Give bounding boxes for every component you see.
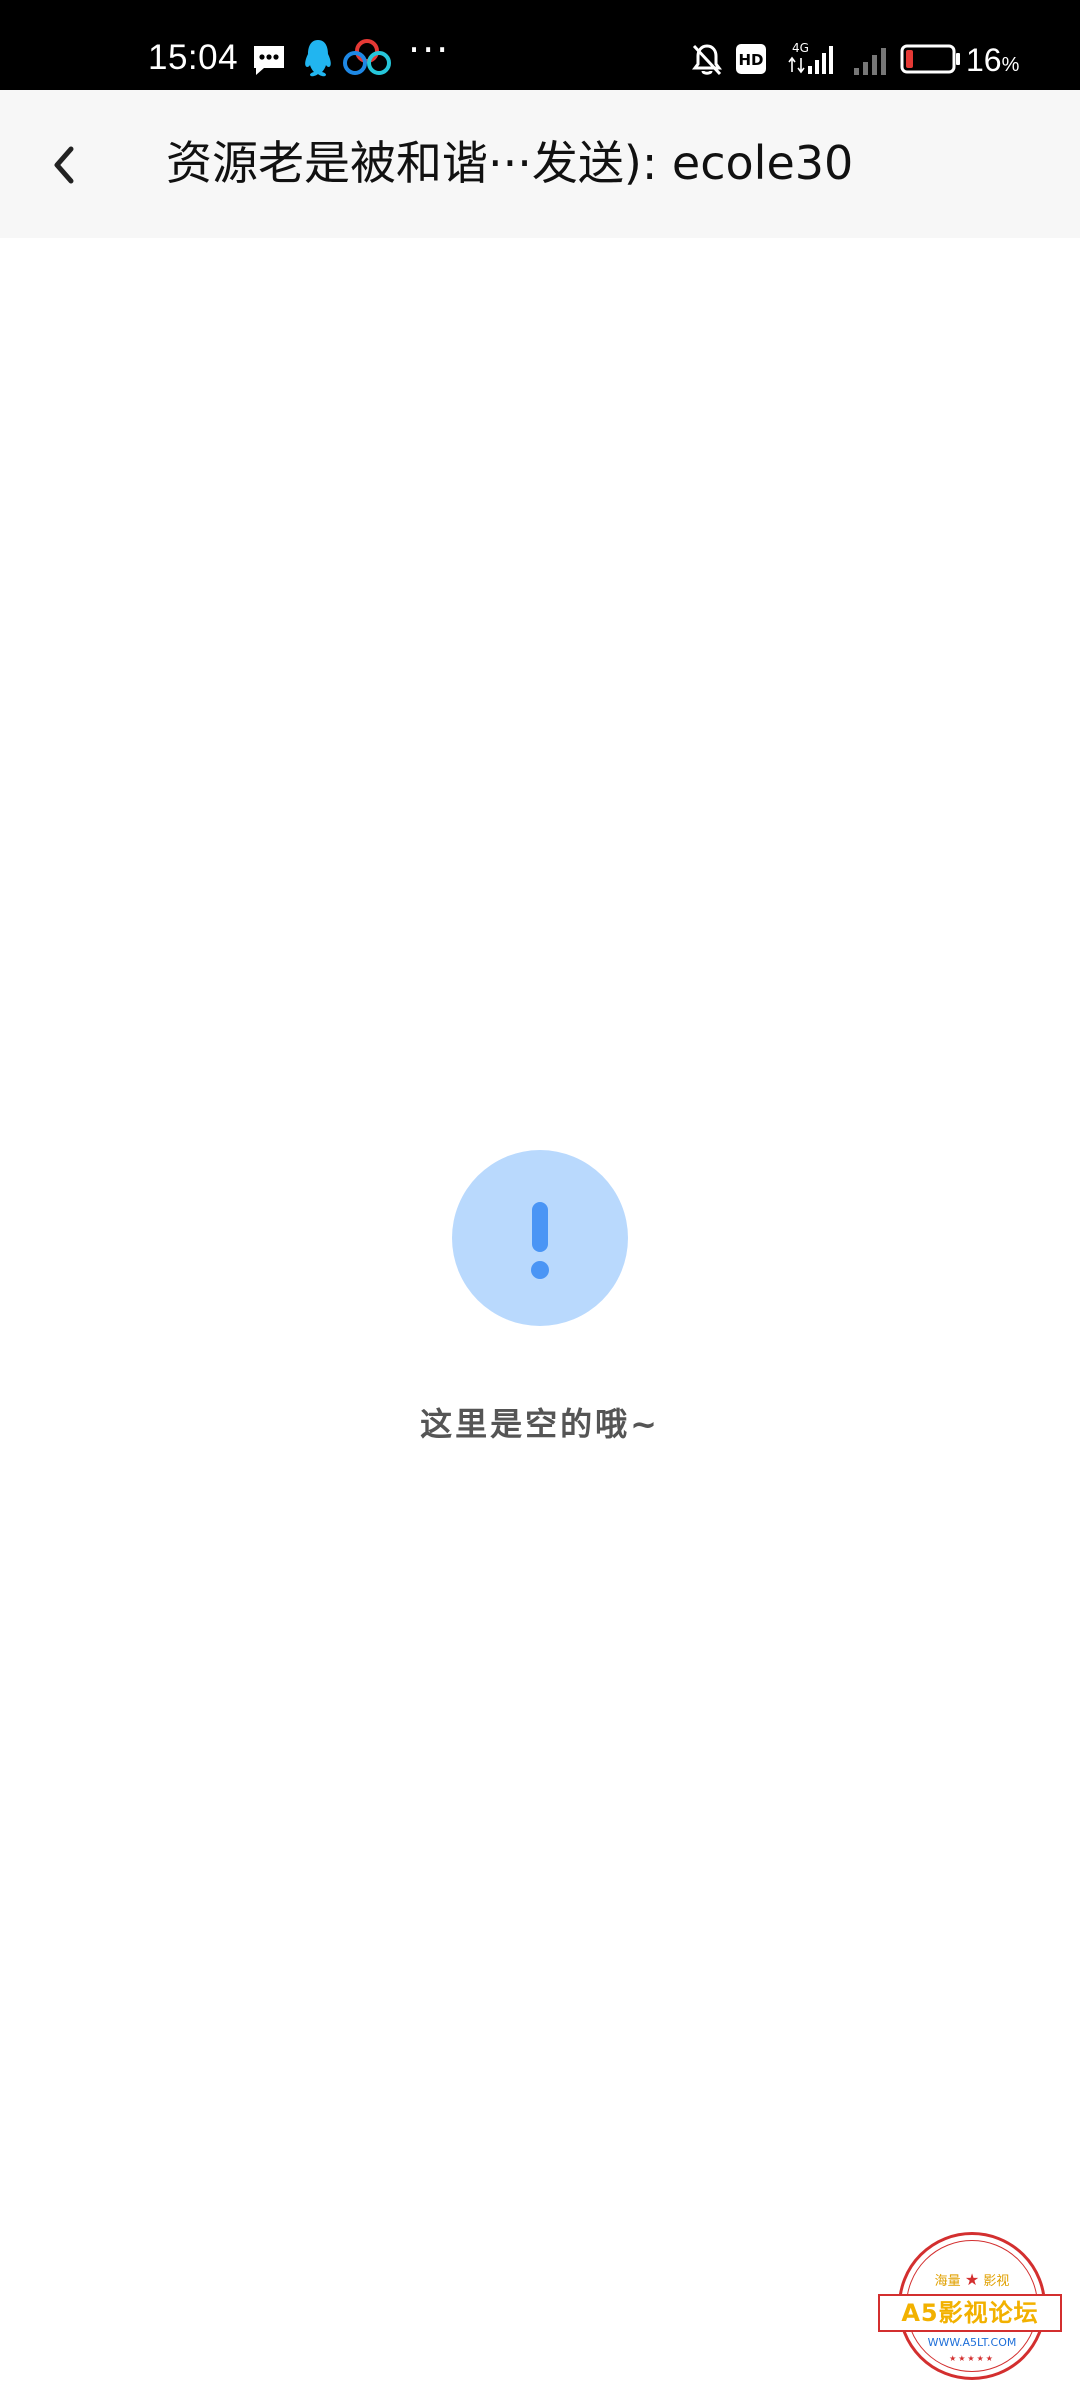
- battery-icon: [900, 44, 960, 74]
- hd-icon: HD: [736, 44, 766, 74]
- signal-4g-icon: 4G: [788, 41, 833, 74]
- chevron-left-icon: [54, 146, 74, 184]
- watermark-top-text: 海量 ★ 影视: [872, 2272, 1072, 2290]
- battery-percentage: 16%: [966, 40, 1019, 85]
- status-bar: 15:04 ··· HD 4G 16%: [0, 0, 1080, 90]
- page-title: 资源老是被和谐···发送): ecole30: [166, 136, 854, 190]
- watermark-stamp: 海量 ★ 影视 A5影视论坛 WWW.A5LT.COM ★★★★★: [872, 2232, 1072, 2400]
- status-time: 15:04: [148, 38, 239, 77]
- watermark-banner: A5影视论坛: [878, 2294, 1062, 2332]
- watermark-bottom-stars: ★★★★★: [949, 2354, 995, 2363]
- empty-state-message: 这里是空的哦~: [420, 1405, 660, 1443]
- qq-icon: [305, 40, 331, 77]
- hd-label: HD: [738, 51, 763, 69]
- network-label: 4G: [792, 41, 809, 55]
- message-icon: [254, 46, 284, 75]
- watermark-url: WWW.A5LT.COM: [927, 2336, 1017, 2349]
- empty-state-illustration: [452, 1150, 628, 1326]
- star-icon: ★: [964, 2270, 980, 2289]
- watermark-top-right: 影视: [983, 2274, 1010, 2289]
- battery-percent-value: 16: [966, 42, 1002, 78]
- baidu-netdisk-icon: [343, 39, 391, 75]
- back-button[interactable]: [40, 130, 88, 200]
- notifications-muted-icon: [692, 44, 722, 76]
- top-nav-bar: 资源老是被和谐···发送): ecole30: [0, 90, 1080, 238]
- watermark-top-left: 海量: [934, 2274, 961, 2289]
- more-notifications-indicator: ···: [408, 28, 451, 72]
- exclamation-icon: [531, 1202, 549, 1279]
- signal-icon: [854, 48, 886, 75]
- battery-percent-unit: %: [1001, 54, 1020, 76]
